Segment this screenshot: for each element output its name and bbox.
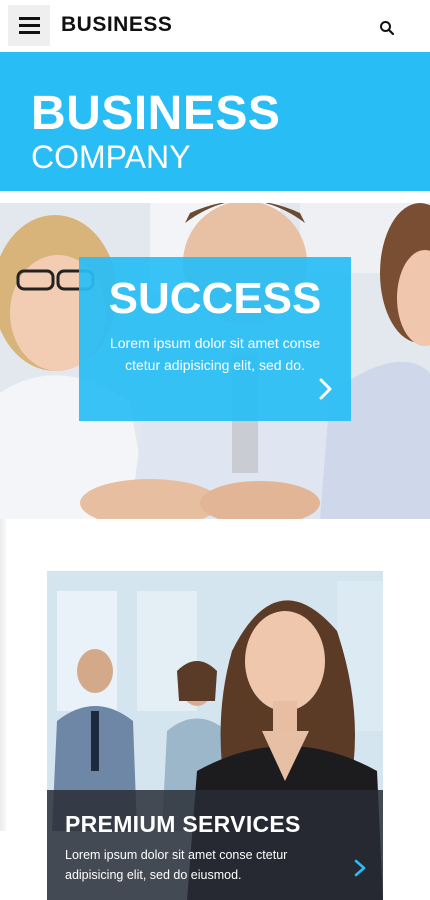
header-bar: BUSINESS bbox=[0, 0, 430, 52]
banner-title: BUSINESS bbox=[31, 87, 281, 140]
hero-title: SUCCESS bbox=[108, 274, 322, 323]
banner-subtitle: COMPANY bbox=[31, 139, 191, 175]
services-title: PREMIUM SERVICES bbox=[65, 811, 301, 837]
hamburger-menu-icon bbox=[18, 17, 40, 20]
search-icon[interactable] bbox=[379, 20, 395, 36]
hero-description: Lorem ipsum dolor sit amet conse ctetur … bbox=[109, 335, 321, 373]
chevron-right-icon[interactable] bbox=[353, 858, 367, 878]
services-caption: PREMIUM SERVICES Lorem ipsum dolor sit a… bbox=[47, 790, 383, 900]
side-shadow-divider bbox=[0, 519, 6, 831]
hamburger-menu-button[interactable] bbox=[8, 5, 50, 46]
chevron-right-icon[interactable] bbox=[318, 377, 334, 401]
hero-caption-box: SUCCESS Lorem ipsum dolor sit amet conse… bbox=[79, 257, 351, 421]
company-title-banner: BUSINESS COMPANY bbox=[0, 52, 430, 191]
brand-logo-text[interactable]: BUSINESS bbox=[61, 12, 172, 38]
hero-slider[interactable]: SUCCESS Lorem ipsum dolor sit amet conse… bbox=[0, 203, 430, 519]
premium-services-card[interactable]: PREMIUM SERVICES Lorem ipsum dolor sit a… bbox=[47, 571, 383, 900]
services-description: Lorem ipsum dolor sit amet conse ctetur … bbox=[65, 848, 288, 882]
